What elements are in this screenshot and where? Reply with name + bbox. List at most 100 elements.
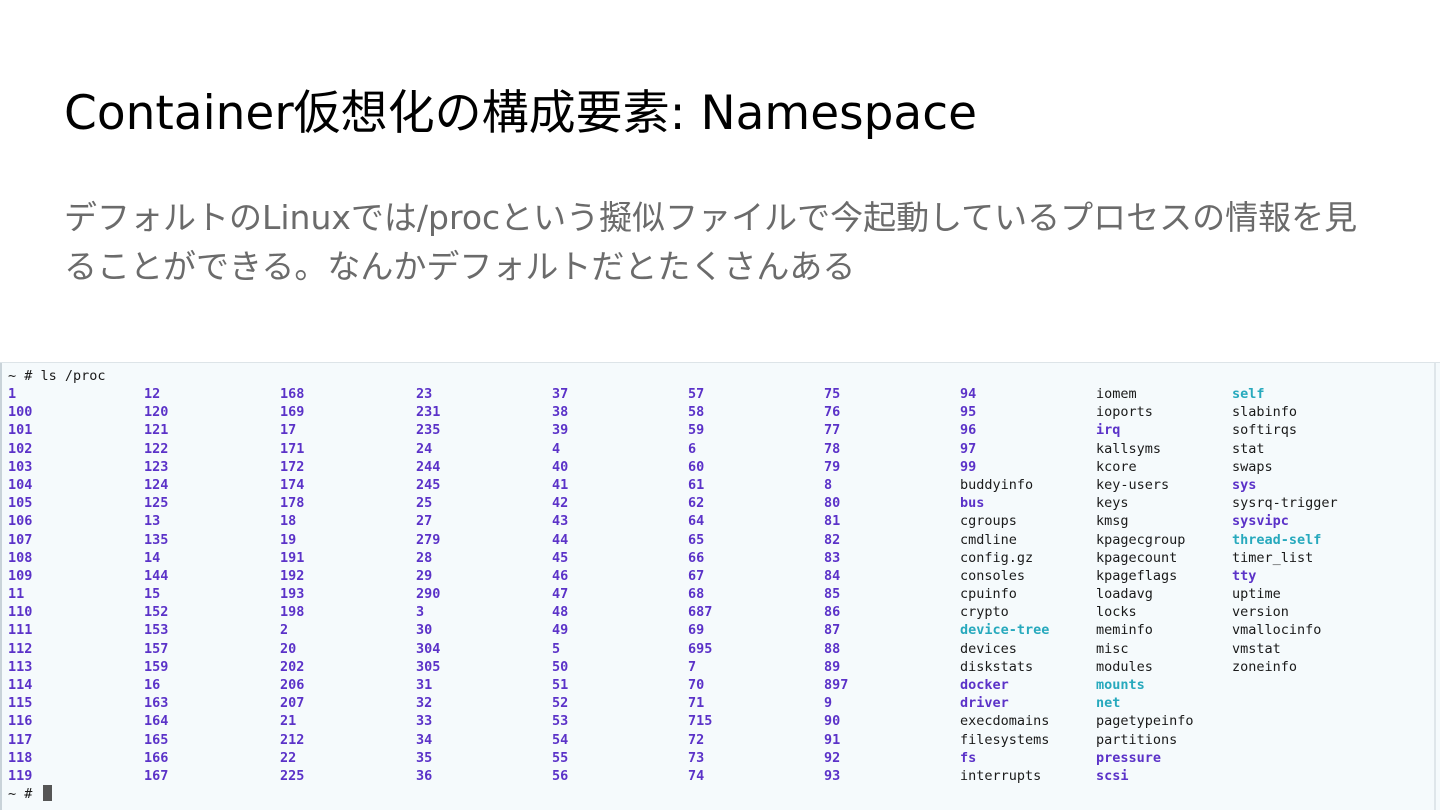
- proc-entry: 18: [280, 513, 297, 530]
- proc-entry: zoneinfo: [1232, 658, 1298, 675]
- proc-entry: 231: [416, 404, 441, 421]
- proc-entry: 153: [144, 622, 169, 639]
- proc-entry: 192: [280, 567, 305, 584]
- proc-entry: 21: [280, 713, 297, 730]
- proc-entry: 193: [280, 586, 305, 603]
- proc-entry: sys: [1232, 476, 1257, 493]
- proc-entry: 4: [552, 440, 561, 457]
- proc-entry: 101: [8, 422, 33, 439]
- proc-entry: 305: [416, 658, 441, 675]
- proc-entry: 80: [824, 495, 841, 512]
- slide-title: Container仮想化の構成要素: Namespace: [64, 86, 977, 141]
- proc-entry: keys: [1096, 495, 1129, 512]
- proc-entry: 109: [8, 567, 33, 584]
- proc-entry: 49: [552, 622, 569, 639]
- proc-entry: device-tree: [960, 622, 1050, 639]
- proc-entry: 244: [416, 458, 441, 475]
- proc-entry: 22: [280, 749, 297, 766]
- proc-entry: filesystems: [960, 731, 1050, 748]
- proc-entry: 120: [144, 404, 169, 421]
- proc-entry: 7: [688, 658, 697, 675]
- proc-entry: 6: [688, 440, 697, 457]
- terminal-input-line[interactable]: ~ #: [8, 785, 52, 803]
- proc-entry: buddyinfo: [960, 476, 1034, 493]
- proc-entry: 29: [416, 567, 433, 584]
- proc-entry: 167: [144, 767, 169, 784]
- proc-entry: 279: [416, 531, 441, 548]
- proc-entry: 14: [144, 549, 161, 566]
- proc-entry: sysvipc: [1232, 513, 1289, 530]
- proc-entry: self: [1232, 386, 1265, 402]
- proc-entry: docker: [960, 677, 1009, 693]
- proc-entry: kpageflags: [1096, 567, 1178, 584]
- proc-entry: 122: [144, 440, 169, 457]
- proc-entry: 56: [552, 767, 569, 784]
- proc-entry: 115: [8, 695, 33, 712]
- proc-entry: 113: [8, 658, 33, 675]
- proc-entry: 38: [552, 404, 569, 421]
- proc-entry: mounts: [1096, 677, 1145, 693]
- proc-entry: 104: [8, 476, 33, 493]
- proc-entry: 40: [552, 458, 569, 475]
- proc-entry: 44: [552, 531, 569, 548]
- proc-entry: 34: [416, 731, 433, 748]
- proc-entry: 89: [824, 658, 841, 675]
- proc-entry: tty: [1232, 567, 1257, 584]
- proc-entry: 11: [8, 586, 25, 603]
- proc-entry: 103: [8, 458, 33, 475]
- proc-entry: cgroups: [960, 513, 1017, 530]
- proc-entry: 695: [688, 640, 713, 657]
- proc-entry: 144: [144, 567, 169, 584]
- proc-entry: 62: [688, 495, 705, 512]
- slide: Container仮想化の構成要素: Namespace デフォルトのLinux…: [0, 0, 1440, 810]
- proc-entry: 92: [824, 749, 841, 766]
- proc-entry: 88: [824, 640, 841, 657]
- proc-entry: 1: [8, 386, 17, 402]
- proc-entry: 85: [824, 586, 841, 603]
- proc-entry: 23: [416, 386, 433, 402]
- proc-entry: 67: [688, 567, 705, 584]
- proc-entry: 121: [144, 422, 169, 439]
- proc-entry: 178: [280, 495, 305, 512]
- proc-entry: 72: [688, 731, 705, 748]
- proc-entry: 191: [280, 549, 305, 566]
- proc-entry: partitions: [1096, 731, 1178, 748]
- proc-entry: 96: [960, 422, 977, 439]
- proc-entry: 86: [824, 604, 841, 621]
- proc-entry: 206: [280, 677, 305, 693]
- proc-entry: 53: [552, 713, 569, 730]
- terminal-scrollbar[interactable]: [1434, 363, 1436, 810]
- terminal-window[interactable]: ~ # ls /proc 1 100 101 102 103 104 105 106 107 10…: [0, 362, 1440, 810]
- proc-entry: 3: [416, 604, 425, 621]
- proc-entry: 207: [280, 695, 305, 712]
- proc-entry: 76: [824, 404, 841, 421]
- proc-entry: 20: [280, 640, 297, 657]
- proc-entry: 32: [416, 695, 433, 712]
- proc-entry: cpuinfo: [960, 586, 1017, 603]
- proc-entry: 73: [688, 749, 705, 766]
- proc-entry: 114: [8, 677, 33, 693]
- proc-entry: 169: [280, 404, 305, 421]
- proc-entry: config.gz: [960, 549, 1034, 566]
- slide-body-text: デフォルトのLinuxでは/procという擬似ファイルで今起動しているプロセスの…: [64, 198, 1358, 286]
- terminal-command-line: ~ # ls /proc: [8, 368, 106, 384]
- ls-column: 37 38 39 4 40 41 42 43 44 45 46 47 48 49 5 50 51 52 53 54 55…: [552, 385, 568, 785]
- proc-entry: 30: [416, 622, 433, 639]
- proc-entry: 118: [8, 749, 33, 766]
- proc-entry: cmdline: [960, 531, 1017, 548]
- proc-entry: 37: [552, 386, 569, 402]
- proc-entry: 55: [552, 749, 569, 766]
- proc-entry: 94: [960, 386, 977, 402]
- ls-output-grid: 1 100 101 102 103 104 105 106 107 108 109 11 110 111 1…: [8, 385, 1428, 785]
- proc-entry: fs: [960, 749, 977, 766]
- proc-entry: 123: [144, 458, 169, 475]
- proc-entry: 16: [144, 677, 161, 693]
- ls-column: 57 58 59 6 60 61 62 64 65 66 67 68 687 69 695 7 70 71 715 7…: [688, 385, 712, 785]
- proc-entry: 107: [8, 531, 33, 548]
- proc-entry: 125: [144, 495, 169, 512]
- proc-entry: 111: [8, 622, 33, 639]
- proc-entry: misc: [1096, 640, 1129, 657]
- proc-entry: 225: [280, 767, 305, 784]
- proc-entry: 75: [824, 386, 841, 402]
- proc-entry: 71: [688, 695, 705, 712]
